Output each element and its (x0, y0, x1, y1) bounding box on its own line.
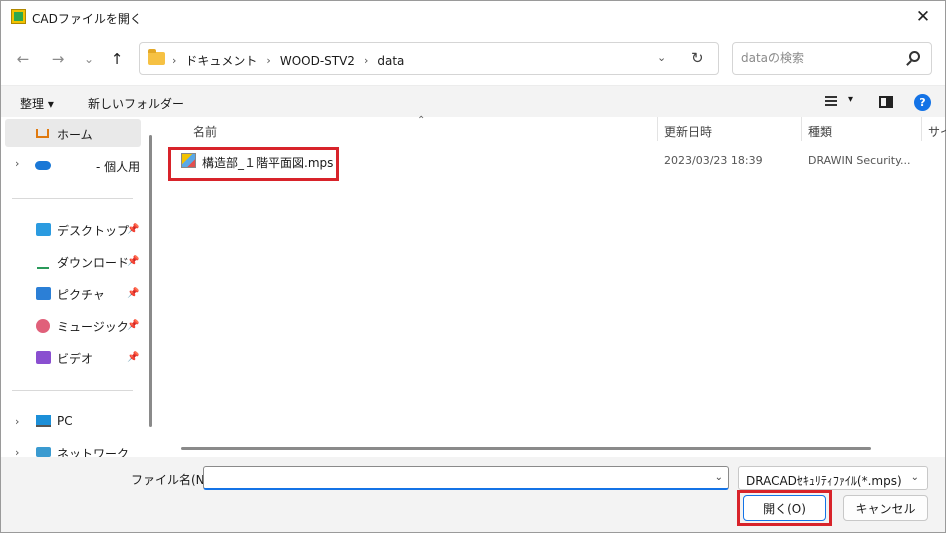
column-separator[interactable] (921, 117, 922, 141)
network-icon (36, 447, 51, 457)
pin-icon[interactable]: 📌 (127, 256, 139, 267)
file-open-dialog: CADファイルを開く ✕ ← → ⌄ ↑ › ドキュメント › WOOD-STV… (0, 0, 946, 533)
filetype-select[interactable]: DRACADｾｷｭﾘﾃｨﾌｧｲﾙ(*.mps) ⌄ (738, 466, 928, 490)
sidebar-item-pc[interactable]: PC (57, 414, 73, 428)
breadcrumb-wood-stv2[interactable]: WOOD-STV2 (280, 54, 355, 68)
search-box[interactable] (732, 42, 932, 75)
pin-icon[interactable]: 📌 (127, 288, 139, 299)
address-dropdown-icon[interactable]: ⌄ (657, 51, 666, 64)
organize-menu-button[interactable]: 整理 ▾ (20, 95, 54, 112)
refresh-icon[interactable]: ↻ (691, 49, 704, 67)
column-header-size[interactable]: サイ (928, 123, 946, 140)
back-arrow-icon[interactable]: ← (12, 48, 34, 70)
filetype-selected-value: DRACADｾｷｭﾘﾃｨﾌｧｲﾙ(*.mps) (746, 474, 902, 488)
column-header-modified[interactable]: 更新日時 (664, 123, 712, 140)
dialog-footer: ファイル名(N): ⌄ DRACADｾｷｭﾘﾃｨﾌｧｲﾙ(*.mps) ⌄ 開く… (1, 457, 945, 532)
column-header-type[interactable]: 種類 (808, 123, 832, 140)
sidebar-item-videos[interactable]: ビデオ (57, 350, 93, 367)
breadcrumb-separator: › (363, 54, 369, 67)
breadcrumb: › ドキュメント › WOOD-STV2 › data (172, 52, 404, 69)
home-icon (36, 129, 49, 138)
pin-icon[interactable]: 📌 (127, 352, 139, 363)
videos-icon (36, 351, 51, 364)
breadcrumb-separator: › (172, 54, 177, 67)
column-header-name[interactable]: 名前 (193, 123, 217, 140)
new-folder-button[interactable]: 新しいフォルダー (88, 95, 184, 112)
column-separator[interactable] (657, 117, 658, 141)
pictures-icon (36, 287, 51, 300)
forward-arrow-icon[interactable]: → (47, 48, 69, 70)
breadcrumb-separator: › (266, 54, 271, 67)
file-type: DRAWIN Security... (808, 154, 911, 167)
file-list: ⌃ 名前 更新日時 種類 サイ 構造部_１階平面図.mps 2023/03/23… (161, 115, 946, 457)
file-highlight-box (168, 147, 339, 181)
download-icon (37, 254, 49, 269)
view-list-icon[interactable] (825, 96, 837, 106)
address-bar[interactable]: › ドキュメント › WOOD-STV2 › data ⌄ ↻ (139, 42, 719, 75)
pin-icon[interactable]: 📌 (127, 224, 139, 235)
sidebar-divider (12, 390, 133, 391)
help-icon[interactable]: ? (914, 94, 931, 111)
sidebar-item-music[interactable]: ミュージック (57, 318, 129, 335)
sidebar-item-downloads[interactable]: ダウンロード (57, 254, 129, 271)
sidebar-item-desktop[interactable]: デスクトップ (57, 222, 129, 239)
sidebar-divider (12, 198, 133, 199)
sidebar-item-personal[interactable]: - 個人用 (96, 158, 140, 175)
view-dropdown-icon[interactable]: ▾ (848, 94, 853, 105)
expand-chevron-icon[interactable]: › (15, 157, 19, 170)
desktop-icon (36, 223, 51, 236)
filetype-dropdown-icon[interactable]: ⌄ (911, 472, 919, 483)
breadcrumb-documents[interactable]: ドキュメント (185, 52, 257, 69)
command-toolbar: 整理 ▾ 新しいフォルダー ▾ ? (1, 85, 945, 117)
filename-dropdown-icon[interactable]: ⌄ (715, 472, 723, 483)
onedrive-cloud-icon (35, 161, 51, 170)
navigation-pane: ホーム › - 個人用 デスクトップ 📌 ダウンロード 📌 ピクチャ 📌 ミュー… (1, 117, 159, 461)
expand-chevron-icon[interactable]: › (15, 415, 19, 428)
sidebar-item-pictures[interactable]: ピクチャ (57, 286, 105, 303)
app-logo-icon (11, 9, 26, 24)
filename-label: ファイル名(N): (131, 473, 214, 487)
file-modified: 2023/03/23 18:39 (664, 154, 763, 167)
sort-ascending-icon: ⌃ (417, 115, 426, 126)
pc-monitor-icon (36, 415, 51, 427)
search-icon[interactable] (909, 51, 920, 62)
open-button-highlight-box (737, 490, 832, 526)
pin-icon[interactable]: 📌 (127, 320, 139, 331)
horizontal-scrollbar[interactable] (181, 447, 871, 450)
filename-combobox[interactable]: ⌄ (203, 466, 729, 490)
sidebar-scrollbar[interactable] (149, 135, 152, 427)
window-title: CADファイルを開く (32, 12, 142, 26)
preview-pane-icon[interactable] (879, 96, 893, 108)
sidebar-item-home-label: ホーム (57, 128, 93, 142)
music-icon (36, 319, 50, 333)
search-input[interactable] (741, 51, 901, 65)
column-separator[interactable] (801, 117, 802, 141)
up-arrow-icon[interactable]: ↑ (106, 48, 128, 70)
recent-locations-chevron-icon[interactable]: ⌄ (78, 48, 100, 70)
title-bar: CADファイルを開く ✕ (1, 1, 945, 33)
cancel-button[interactable]: キャンセル (843, 495, 928, 521)
close-button[interactable]: ✕ (901, 1, 945, 33)
folder-icon (148, 49, 165, 65)
filename-input[interactable] (208, 470, 708, 484)
breadcrumb-data[interactable]: data (377, 54, 404, 68)
